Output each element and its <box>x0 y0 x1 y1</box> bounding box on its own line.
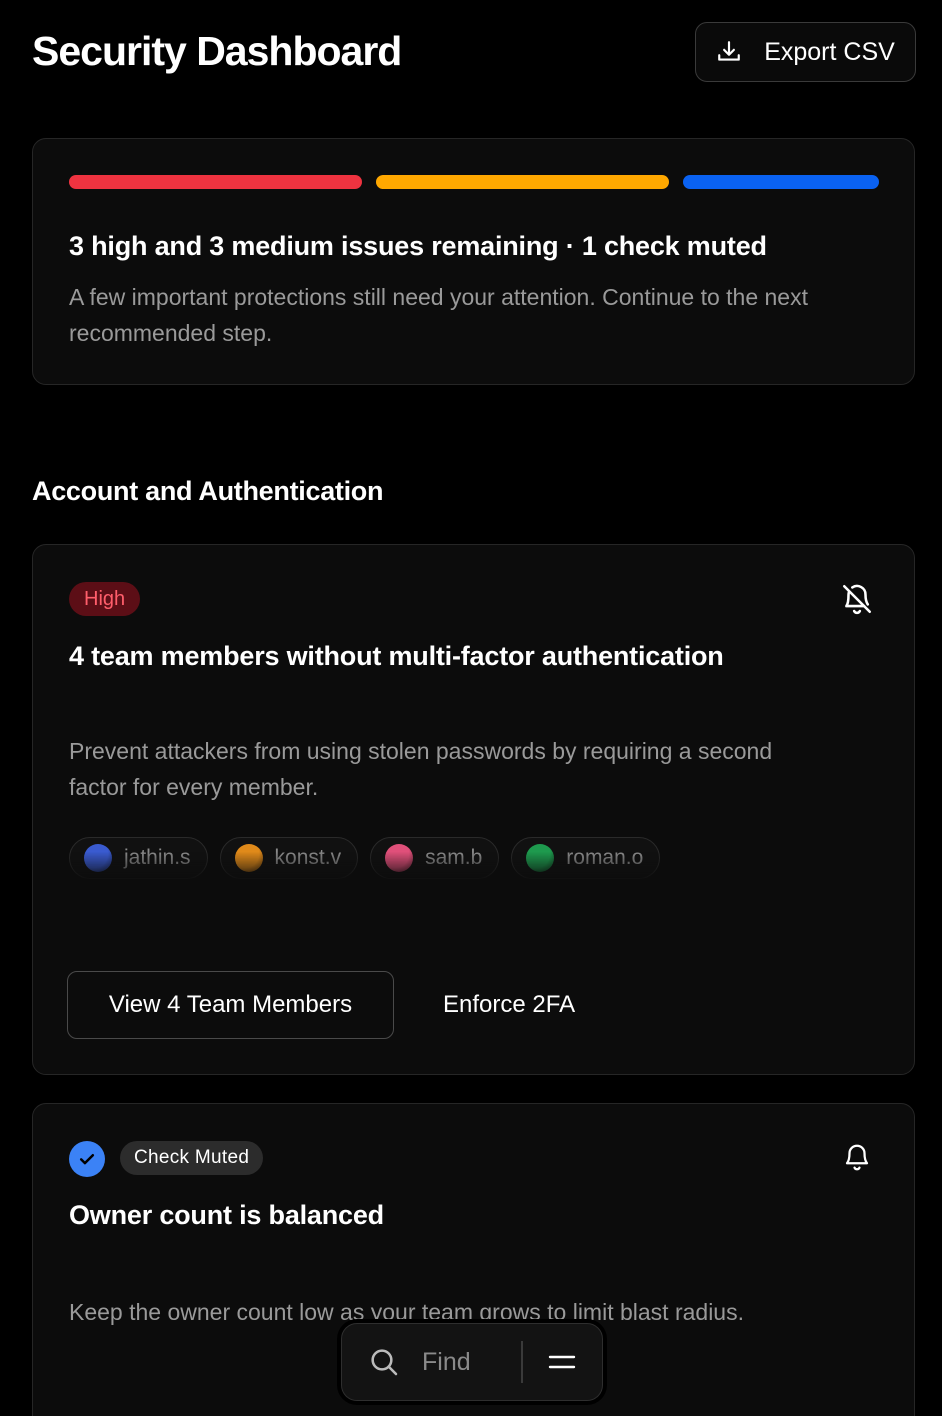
summary-title: 3 high and 3 medium issues remaining · 1… <box>69 231 767 261</box>
info-severity-bar <box>683 175 879 189</box>
card-title: 4 team members without multi-factor auth… <box>69 641 724 671</box>
member-name: sam.b <box>425 846 483 869</box>
issue-card-mfa: High 4 team members without multi-factor… <box>32 544 915 1075</box>
member-name: jathin.s <box>124 846 191 869</box>
view-team-members-button[interactable]: View 4 Team Members <box>67 971 394 1039</box>
severity-badge: High <box>69 582 141 616</box>
search-icon[interactable] <box>368 1346 400 1378</box>
card-title: Owner count is balanced <box>69 1200 384 1230</box>
export-csv-label: Export CSV <box>764 37 895 66</box>
page-title: Security Dashboard <box>32 28 402 74</box>
check-icon <box>69 1141 105 1177</box>
avatar <box>234 844 263 872</box>
find-input[interactable]: Find <box>422 1348 471 1377</box>
bell-off-icon[interactable] <box>840 582 874 616</box>
status-badge: Check Muted <box>120 1141 264 1175</box>
enforce-2fa-button[interactable]: Enforce 2FA <box>443 971 575 1039</box>
avatar <box>84 844 112 872</box>
card-description: Prevent attackers from using stolen pass… <box>69 738 773 800</box>
member-name: roman.o <box>566 846 644 869</box>
summary-card: 3 high and 3 medium issues remaining · 1… <box>32 138 915 385</box>
menu-icon[interactable] <box>548 1350 576 1374</box>
medium-severity-bar <box>376 175 669 189</box>
member-chip-list: jathin.s konst.v sam.b roman.o <box>69 837 661 879</box>
download-icon <box>718 41 741 61</box>
bell-icon[interactable] <box>842 1141 872 1173</box>
member-chip[interactable]: sam.b <box>370 837 500 879</box>
severity-progress-bars <box>69 175 879 189</box>
member-chip[interactable]: roman.o <box>511 837 661 879</box>
avatar <box>526 844 555 872</box>
export-csv-button[interactable]: Export CSV <box>695 22 916 82</box>
high-severity-bar <box>69 175 362 189</box>
find-toolbar: Find <box>341 1323 603 1401</box>
member-chip[interactable]: jathin.s <box>69 837 208 879</box>
summary-description: A few important protections still need y… <box>69 284 808 346</box>
member-chip[interactable]: konst.v <box>219 837 359 879</box>
avatar <box>385 844 414 872</box>
member-name: konst.v <box>274 846 342 869</box>
header: Security Dashboard Export CSV <box>32 22 916 84</box>
section-title: Account and Authentication <box>32 476 384 506</box>
security-dashboard-page: Security Dashboard Export CSV 3 high and… <box>0 0 942 1416</box>
divider <box>521 1341 523 1383</box>
